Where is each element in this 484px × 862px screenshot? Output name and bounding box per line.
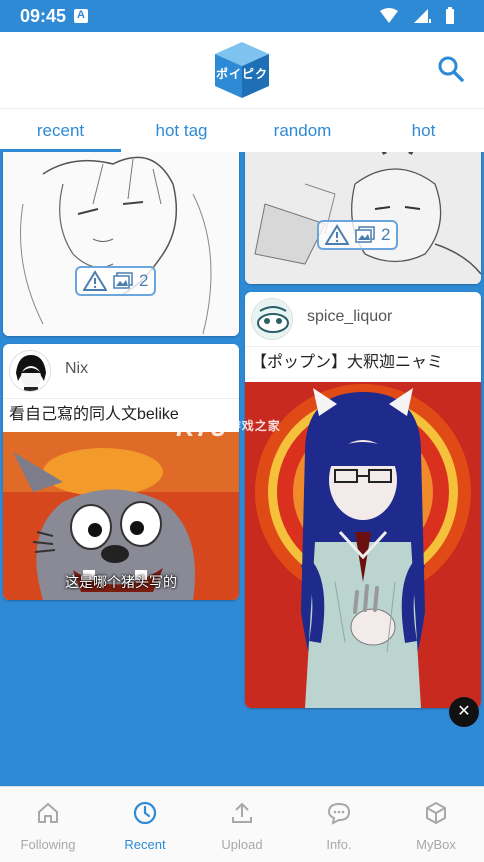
feed[interactable]: 2 2 Nix 看自己寫的同人文belike 这是哪个猪头写的 spice_li… — [0, 152, 484, 786]
status-bar: 09:45 — [0, 0, 484, 32]
close-button[interactable]: ✕ — [449, 697, 479, 727]
warning-icon — [83, 270, 107, 291]
box-icon — [426, 802, 446, 824]
post-card-sketch-left[interactable]: 2 — [3, 152, 239, 336]
gallery-icon — [355, 226, 375, 243]
video-subtitle: 这是哪个猪头写的 — [65, 574, 177, 590]
image-count: 2 — [139, 271, 149, 290]
watermark-sub: 游戏之家 — [228, 419, 281, 433]
gallery-icon — [113, 272, 133, 289]
sensitive-badge[interactable]: 2 — [75, 266, 157, 296]
nav-mybox[interactable]: MyBox — [388, 787, 484, 862]
system-status-icons — [380, 7, 454, 24]
bottom-navigation: Following Recent Upload Info. MyBox — [0, 786, 484, 862]
nav-label: Upload — [221, 837, 263, 852]
search-button[interactable] — [436, 54, 466, 84]
clock-icon — [133, 801, 157, 825]
post-image — [3, 152, 239, 336]
username[interactable]: spice_liquor — [307, 308, 392, 326]
avatar-image — [10, 351, 50, 391]
tab-hot-tag[interactable]: hot tag — [121, 109, 242, 153]
search-icon — [438, 56, 464, 82]
nav-following[interactable]: Following — [0, 787, 96, 862]
nav-label: MyBox — [416, 837, 456, 852]
post-header: Nix — [3, 344, 239, 396]
sensitive-badge[interactable]: 2 — [317, 220, 399, 250]
status-time: 09:45 — [20, 6, 67, 26]
watermark-main: K73 — [176, 412, 227, 442]
avatar[interactable] — [251, 298, 293, 340]
tab-random[interactable]: random — [242, 109, 363, 153]
post-image — [245, 152, 481, 284]
app-bar: ポイピク — [0, 32, 484, 108]
tab-recent[interactable]: recent — [0, 109, 121, 153]
image-count: 2 — [381, 225, 391, 244]
nav-label: Following — [20, 837, 76, 852]
upload-icon — [232, 802, 252, 823]
tab-hot[interactable]: hot — [363, 109, 484, 153]
home-icon — [38, 803, 58, 823]
tab-bar: recent hot tag random hot — [0, 108, 484, 152]
avatar[interactable] — [9, 350, 51, 392]
logo-text: ポイピク — [215, 67, 268, 81]
notification-icon — [74, 9, 88, 23]
nav-recent[interactable]: Recent — [97, 787, 193, 862]
nav-label: Recent — [124, 837, 166, 852]
post-header: spice_liquor — [245, 292, 481, 344]
nav-upload[interactable]: Upload — [194, 787, 290, 862]
avatar-image — [252, 299, 292, 339]
post-card-sketch-right[interactable]: 2 — [245, 152, 481, 284]
post-caption: 【ポップン】大釈迦ニャミ — [245, 346, 481, 378]
nav-label: Info. — [326, 837, 352, 852]
chat-icon — [327, 802, 351, 825]
username[interactable]: Nix — [65, 360, 88, 378]
app-logo[interactable]: ポイピク — [211, 40, 273, 100]
post-card-nix[interactable]: Nix 看自己寫的同人文belike 这是哪个猪头写的 — [3, 344, 239, 600]
nav-info[interactable]: Info. — [291, 787, 387, 862]
watermark: K73 游戏之家 — [176, 412, 281, 443]
post-card-spice-liquor[interactable]: spice_liquor 【ポップン】大釈迦ニャミ — [245, 292, 481, 708]
warning-icon — [325, 224, 349, 245]
